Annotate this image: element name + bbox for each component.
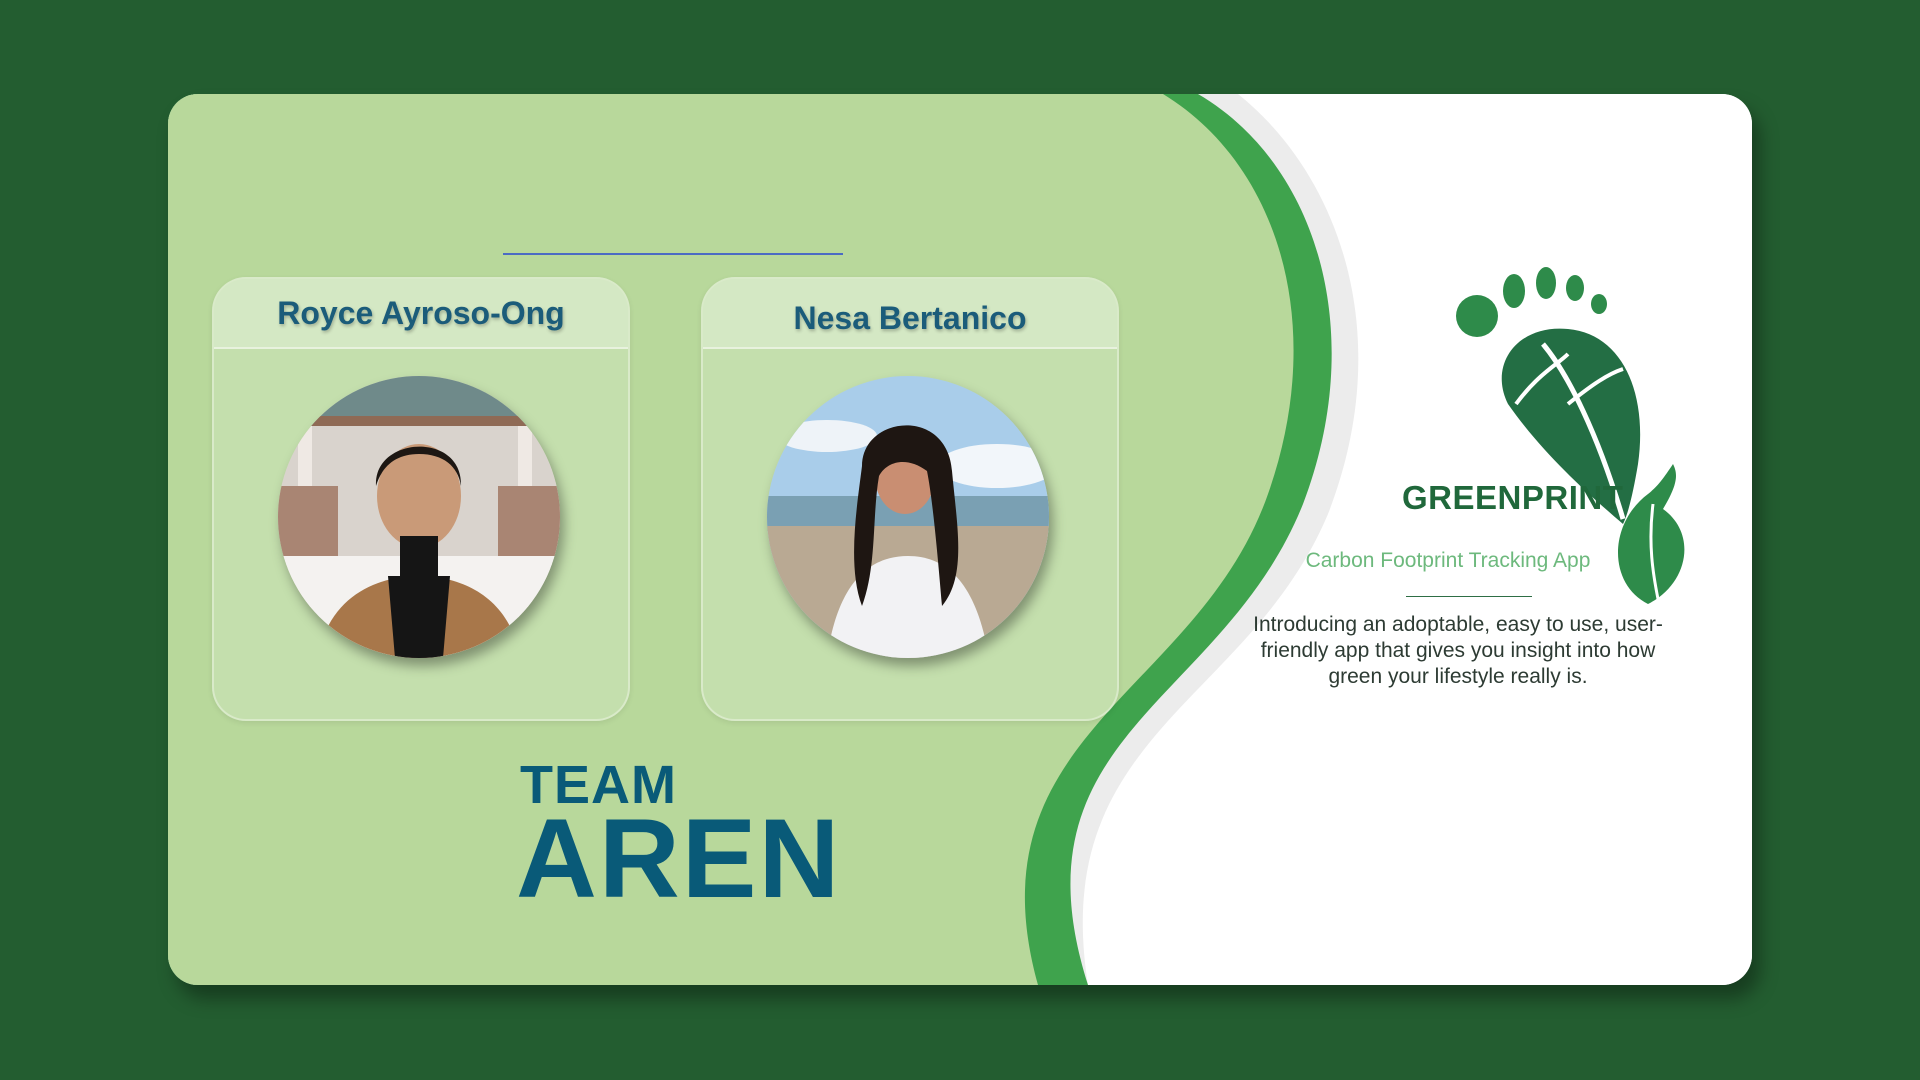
member-name: Royce Ayroso-Ong <box>277 295 565 331</box>
member-name: Nesa Bertanico <box>793 300 1027 336</box>
tagline-divider <box>1406 596 1532 597</box>
slide-card: Royce Ayroso-Ong Nesa Bertanico TEAM ARE… <box>168 94 1752 985</box>
app-description: Introducing an adoptable, easy to use, u… <box>1253 613 1663 688</box>
team-name: AREN <box>516 796 842 921</box>
member-photo-nesa <box>767 376 1049 658</box>
member-card-nesa: Nesa Bertanico <box>701 277 1119 721</box>
member-card-royce: Royce Ayroso-Ong <box>212 277 630 721</box>
header-divider <box>503 253 843 255</box>
app-tagline: Carbon Footprint Tracking App <box>1305 549 1591 572</box>
app-name: GREENPRINT <box>1402 479 1624 516</box>
member-photo-royce <box>278 376 560 658</box>
